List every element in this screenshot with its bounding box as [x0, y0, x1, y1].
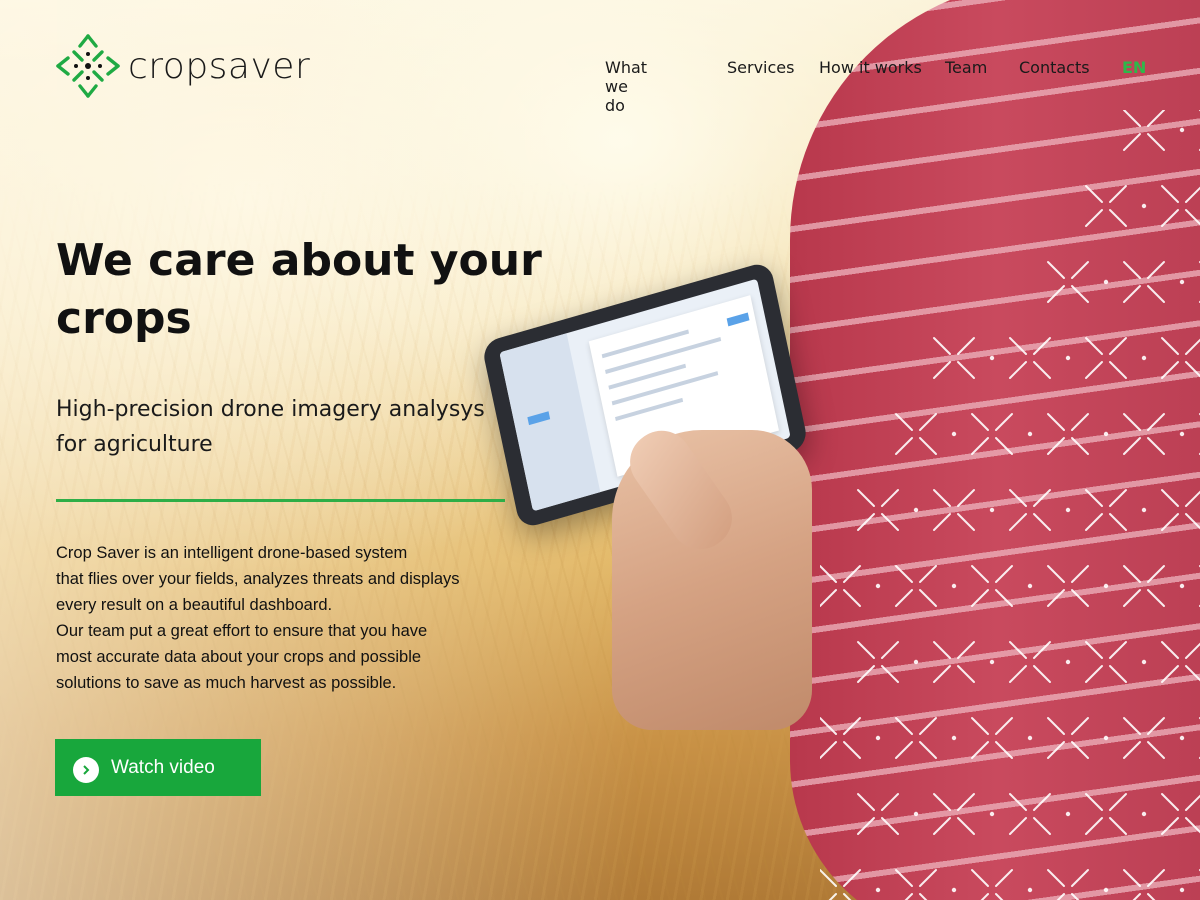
- language-switch[interactable]: EN: [1122, 58, 1146, 77]
- nav-item-how-it-works[interactable]: How it works: [819, 58, 922, 77]
- nav-item-team[interactable]: Team: [945, 58, 987, 77]
- brand-name: cropsaver: [128, 45, 311, 87]
- watch-video-label: Watch video: [111, 756, 215, 778]
- watch-video-button[interactable]: Watch video: [55, 739, 261, 796]
- hero-headline: We care about your crops: [56, 235, 542, 344]
- decorative-cross-pattern: [820, 110, 1200, 900]
- hero-subheading: High-precision drone imagery analysys fo…: [56, 397, 485, 457]
- cropsaver-logo-icon: [56, 34, 120, 98]
- play-circle-icon: [73, 756, 99, 783]
- description-paragraph-1: Crop Saver is an intelligent drone-based…: [56, 544, 460, 614]
- brand-logo[interactable]: cropsaver: [54, 32, 310, 100]
- description-paragraph-2: Our team put a great effort to ensure th…: [56, 622, 428, 692]
- nav-item-contacts[interactable]: Contacts: [1019, 58, 1090, 77]
- nav-item-services[interactable]: Services: [727, 58, 794, 77]
- green-divider: [56, 499, 505, 502]
- hero-description: Crop Saver is an intelligent drone-based…: [56, 540, 576, 696]
- nav-item-what-we-do[interactable]: What we do: [605, 58, 647, 115]
